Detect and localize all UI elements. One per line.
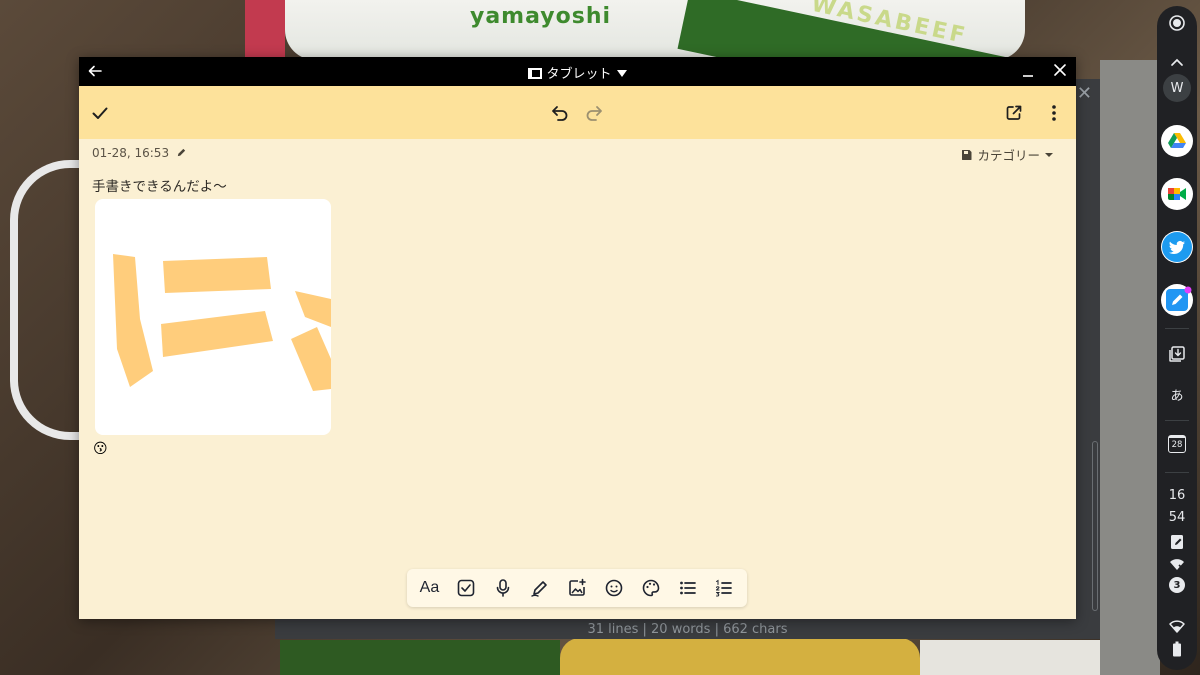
system-shelf: W あ 28 16 54 3 (1157, 6, 1197, 670)
palette-icon (642, 579, 659, 597)
color-palette-button[interactable] (637, 574, 665, 602)
note-toolbar (79, 86, 1076, 139)
note-meta: 01-28, 16:53 カテゴリー (79, 139, 1076, 165)
window-title: タブレット (546, 67, 612, 82)
google-drive-app[interactable] (1161, 125, 1193, 157)
shelf-divider (1165, 420, 1189, 421)
wallpaper-decor (280, 640, 560, 675)
handwriting-strokes (113, 254, 331, 391)
notification-count: 3 (1173, 579, 1181, 591)
ime-menu-button[interactable]: あ (1161, 378, 1193, 410)
twitter-app[interactable] (1161, 231, 1193, 263)
text-format-button[interactable]: Aa (415, 574, 443, 602)
handwriting-drawing[interactable] (95, 199, 331, 435)
app-w-letter: W (1170, 80, 1184, 96)
tablet-icon (528, 68, 543, 79)
font-label: Aa (419, 579, 440, 596)
voice-input-button[interactable] (489, 574, 517, 602)
stylus-icon (1171, 535, 1183, 549)
category-selector[interactable]: カテゴリー (961, 145, 1054, 164)
undo-icon (552, 106, 568, 121)
window-mode-selector[interactable]: タブレット (79, 63, 1076, 82)
shelf-app-w[interactable]: W (1163, 74, 1191, 102)
folder-icon (962, 149, 972, 160)
wifi-icon (1169, 620, 1185, 633)
wallpaper-bag-text: yamayoshi (470, 4, 612, 29)
caret-down-icon (1045, 152, 1053, 157)
google-meet-icon (1168, 188, 1186, 200)
smiley-icon (605, 579, 623, 597)
calendar-day: 28 (1171, 439, 1183, 450)
checklist-button[interactable] (452, 574, 480, 602)
background-window-scrollbar[interactable] (1092, 441, 1098, 611)
format-toolbar: Aa (407, 569, 747, 607)
wallpaper-decor (560, 638, 920, 675)
emoji-kissing-face: 😗 (93, 441, 108, 457)
close-icon[interactable] (1052, 62, 1068, 78)
stylus-tools-button[interactable] (1161, 532, 1193, 552)
twitter-bird-icon (1162, 232, 1192, 262)
google-drive-icon (1168, 133, 1186, 148)
done-button[interactable] (87, 100, 113, 126)
checkbox-icon (458, 579, 475, 597)
bullet-list-button[interactable] (674, 574, 702, 602)
chevron-up-icon (1171, 58, 1183, 66)
note-window: タブレット 01-28, 16:53 カテゴリー 手書きできるんだよ〜 😗 Aa (79, 57, 1076, 619)
launcher-button[interactable] (1161, 7, 1193, 39)
notification-badge[interactable]: 3 (1169, 577, 1185, 593)
clock-minute[interactable]: 54 (1157, 510, 1197, 525)
wallpaper-decor (920, 640, 1100, 675)
share-icon (1006, 105, 1022, 120)
category-label: カテゴリー (977, 148, 1040, 163)
wallpaper-decor (1100, 60, 1160, 675)
more-vert-icon (1052, 105, 1056, 121)
emoji-button[interactable] (600, 574, 628, 602)
pencil-icon (177, 148, 186, 157)
launcher-circle-icon (1169, 15, 1185, 31)
undo-button[interactable] (547, 100, 573, 126)
more-options-button[interactable] (1041, 100, 1067, 126)
redo-button[interactable] (581, 100, 607, 126)
pen-icon (531, 581, 547, 597)
shelf-expand-button[interactable] (1161, 50, 1193, 74)
microphone-icon (496, 579, 510, 597)
battery-status[interactable] (1161, 639, 1193, 659)
caret-down-icon (616, 70, 627, 77)
battery-icon (1173, 641, 1181, 657)
minimize-icon[interactable] (1020, 63, 1036, 79)
note-date[interactable]: 01-28, 16:53 (92, 146, 187, 160)
check-icon (92, 107, 108, 119)
numbered-list-button[interactable] (710, 574, 738, 602)
google-meet-app[interactable] (1161, 178, 1193, 210)
clock-hour[interactable]: 16 (1157, 488, 1197, 503)
calendar-button[interactable]: 28 (1161, 428, 1193, 460)
ime-label: あ (1170, 388, 1184, 404)
add-image-icon (569, 578, 586, 596)
share-button[interactable] (1001, 100, 1027, 126)
background-window-close-button[interactable]: ✕ (1077, 83, 1092, 104)
note-date-text: 01-28, 16:53 (92, 146, 170, 160)
signal-off-icon (1170, 559, 1184, 570)
handwriting-button[interactable] (526, 574, 554, 602)
bullet-list-icon (679, 581, 696, 595)
redo-icon (586, 106, 602, 121)
insert-image-button[interactable] (563, 574, 591, 602)
document-stats: 31 lines | 20 words | 662 chars (587, 622, 788, 637)
window-titlebar: タブレット (79, 57, 1076, 86)
download-tray-icon (1169, 346, 1185, 362)
notes-pen-icon (1166, 286, 1192, 311)
numbered-list-icon (716, 579, 733, 597)
shelf-divider (1165, 472, 1189, 473)
notes-app[interactable] (1161, 284, 1193, 316)
calendar-icon: 28 (1168, 435, 1186, 453)
note-body-text[interactable]: 手書きできるんだよ〜 (92, 175, 227, 195)
shelf-divider (1165, 328, 1189, 329)
wallpaper-decor (245, 0, 285, 60)
network-status[interactable] (1161, 554, 1193, 574)
wifi-status[interactable] (1161, 616, 1193, 636)
holding-space-button[interactable] (1161, 338, 1193, 370)
wallpaper-decor (10, 160, 90, 440)
